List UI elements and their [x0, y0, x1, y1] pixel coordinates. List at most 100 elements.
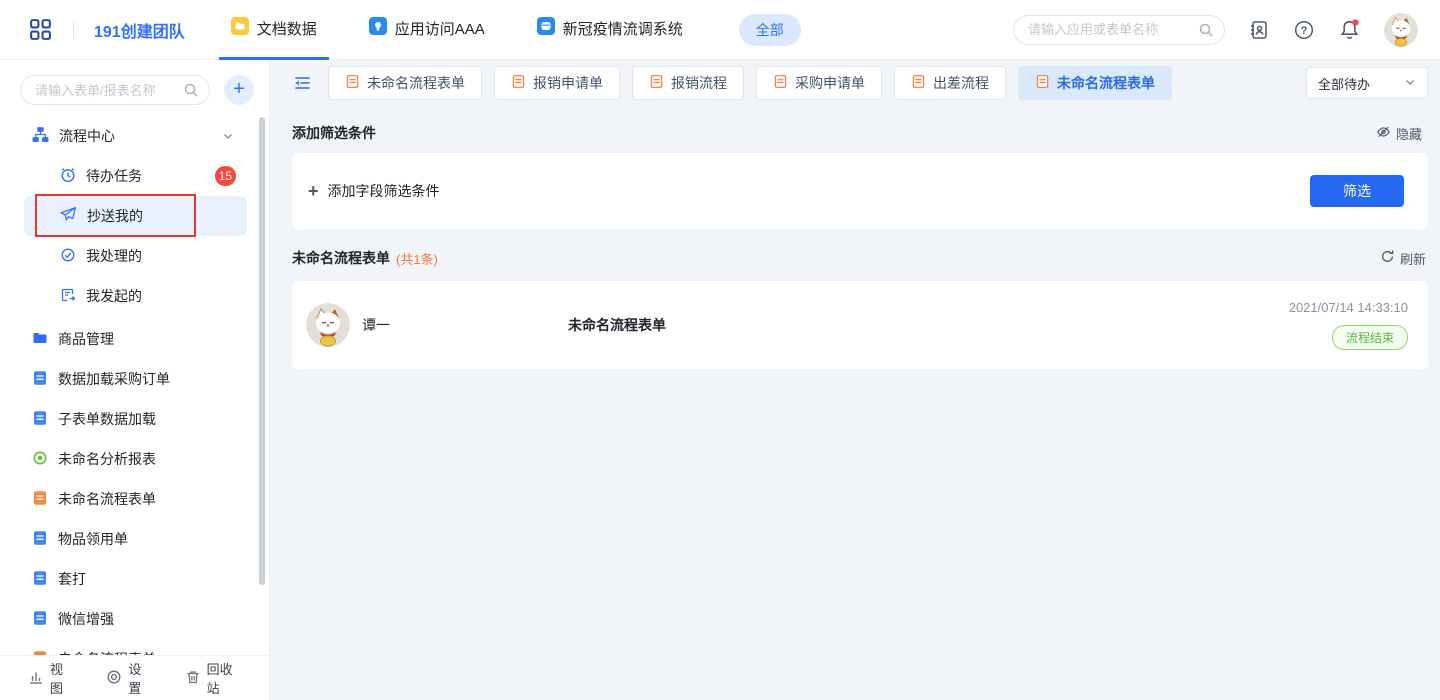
status-filter-dropdown[interactable]: 全部待办 — [1306, 67, 1428, 99]
form-tabs-row: 未命名流程表单 报销申请单 报销流程 采购申请单 — [292, 66, 1428, 100]
doc-send-icon — [60, 287, 76, 306]
footer-label: 设置 — [128, 659, 150, 697]
record-count: (共1条) — [396, 249, 438, 268]
sidebar-item-data-load-purchase-order[interactable]: 数据加载采购订单 — [24, 359, 247, 399]
doc-outline-orange-icon — [773, 74, 788, 92]
sidebar-item-started-by-me[interactable]: 我发起的 — [24, 276, 247, 316]
doc-outline-orange-icon — [345, 74, 360, 92]
main-content: 未命名流程表单 报销申请单 报销流程 采购申请单 — [270, 60, 1440, 700]
chevron-down-icon[interactable] — [222, 130, 234, 142]
record-form-title: 未命名流程表单 — [568, 315, 666, 335]
nav-tab-covid-system[interactable]: 新冠疫情流调系统 — [525, 0, 695, 60]
sidebar-item-subform-data-load[interactable]: 子表单数据加载 — [24, 399, 247, 439]
sidebar-item-wechat-enhance[interactable]: 微信增强 — [24, 599, 247, 639]
refresh-icon — [1380, 249, 1395, 267]
nav-tab-app-access[interactable]: 应用访问AAA — [357, 0, 497, 60]
sidebar-item-handled-by-me[interactable]: 我处理的 — [24, 236, 247, 276]
collapse-sidebar-icon[interactable] — [292, 73, 312, 93]
sidebar-item-print-template[interactable]: 套打 — [24, 559, 247, 599]
add-field-filter-button[interactable]: + 添加字段筛选条件 — [308, 181, 440, 202]
trash-icon — [185, 669, 201, 688]
filter-title: 添加筛选条件 — [292, 123, 376, 143]
status-filter-value: 全部待办 — [1318, 74, 1370, 93]
sidebar-item-goods-management[interactable]: 商品管理 — [24, 319, 247, 359]
contacts-icon[interactable] — [1248, 19, 1270, 41]
status-badge: 流程结束 — [1332, 325, 1408, 350]
sidebar-footer: 视图 设置 回收站 — [0, 655, 269, 700]
form-tab-5-active[interactable]: 未命名流程表单 — [1018, 66, 1172, 100]
sidebar-item-label: 待办任务 — [86, 166, 142, 186]
sidebar-item-process-center[interactable]: 流程中心 — [24, 116, 247, 156]
filter-button[interactable]: 筛选 — [1310, 175, 1404, 207]
nav-tab-label: 文档数据 — [257, 18, 317, 39]
user-avatar[interactable] — [1384, 13, 1418, 47]
global-search — [1013, 15, 1225, 45]
views-button[interactable]: 视图 — [28, 659, 72, 697]
sidebar-scrollbar[interactable] — [259, 117, 265, 585]
sidebar-item-label: 未命名流程表单 — [58, 489, 156, 509]
list-header: 未命名流程表单 (共1条) 刷新 — [292, 248, 1428, 268]
chevron-down-icon — [1404, 76, 1416, 91]
nav-tab-doc-data[interactable]: 文档数据 — [219, 0, 329, 60]
doc-outline-orange-icon — [511, 74, 526, 92]
sidebar-item-todo-tasks[interactable]: 待办任务 15 — [24, 156, 247, 196]
record-row[interactable]: 谭一 未命名流程表单 2021/07/14 14:33:10 流程结束 — [292, 281, 1428, 369]
record-meta: 2021/07/14 14:33:10 流程结束 — [1289, 300, 1408, 350]
paper-plane-icon — [60, 206, 77, 226]
sidebar-search-input[interactable] — [20, 75, 210, 105]
footer-label: 视图 — [50, 659, 72, 697]
report-green-icon — [32, 450, 48, 469]
refresh-button[interactable]: 刷新 — [1380, 249, 1426, 268]
folder-blue-icon — [32, 330, 48, 349]
clock-icon — [60, 167, 76, 186]
doc-outline-orange-icon — [649, 74, 664, 92]
form-tab-1[interactable]: 报销申请单 — [494, 66, 620, 100]
sidebar-item-label: 数据加载采购订单 — [58, 369, 170, 389]
sidebar-item-item-requisition[interactable]: 物品领用单 — [24, 519, 247, 559]
topbar-nav-tabs: 文档数据 应用访问AAA 新冠疫情流调系统 — [205, 0, 709, 60]
svg-text:?: ? — [1301, 25, 1308, 37]
folder-yellow-icon — [231, 17, 249, 39]
topbar-right: ? — [1013, 13, 1418, 47]
sidebar-item-label: 流程中心 — [59, 126, 115, 146]
sidebar-search — [20, 75, 210, 105]
sidebar-item-label: 商品管理 — [58, 329, 114, 349]
form-tab-0[interactable]: 未命名流程表单 — [328, 66, 482, 100]
sidebar-item-label: 未命名分析报表 — [58, 449, 156, 469]
form-tab-label: 出差流程 — [933, 73, 989, 93]
all-apps-button[interactable]: 全部 — [739, 14, 801, 46]
bar-chart-icon — [28, 669, 44, 688]
form-tab-3[interactable]: 采购申请单 — [756, 66, 882, 100]
form-tab-label: 报销流程 — [671, 73, 727, 93]
sidebar-item-unnamed-report[interactable]: 未命名分析报表 — [24, 439, 247, 479]
form-tab-4[interactable]: 出差流程 — [894, 66, 1006, 100]
form-tab-2[interactable]: 报销流程 — [632, 66, 744, 100]
form-tab-label: 报销申请单 — [533, 73, 603, 93]
refresh-label: 刷新 — [1400, 249, 1426, 268]
sidebar-item-unnamed-flow-form[interactable]: 未命名流程表单 — [24, 479, 247, 519]
workspace-name[interactable]: 191创建团队 — [94, 18, 185, 42]
notification-bell-icon[interactable] — [1338, 18, 1361, 41]
recycle-bin-button[interactable]: 回收站 — [185, 659, 241, 697]
search-icon[interactable] — [1198, 22, 1214, 43]
doc-orange-icon — [32, 490, 48, 509]
app-grid-icon[interactable] — [28, 17, 53, 42]
global-search-input[interactable] — [1013, 15, 1225, 45]
search-icon[interactable] — [183, 82, 199, 103]
todo-count-badge: 15 — [215, 166, 236, 186]
add-form-button[interactable]: + — [224, 75, 254, 105]
sidebar-item-clipped[interactable]: 未命名流程表单 — [24, 639, 247, 655]
app-bulb-icon — [369, 17, 387, 39]
sidebar-item-label: 我发起的 — [86, 286, 142, 306]
doc-blue-icon — [32, 410, 48, 429]
doc-outline-orange-icon — [911, 74, 926, 92]
settings-button[interactable]: 设置 — [106, 659, 150, 697]
sidebar-item-cc-to-me[interactable]: 抄送我的 — [24, 196, 247, 236]
hide-filters-button[interactable]: 隐藏 — [1376, 124, 1422, 143]
divider — [73, 21, 74, 39]
sidebar-item-label: 套打 — [58, 569, 86, 589]
topbar: 191创建团队 文档数据 应用访问AAA 新冠疫情流调系统 全部 — [0, 0, 1440, 60]
sidebar-item-label: 子表单数据加载 — [58, 409, 156, 429]
record-timestamp: 2021/07/14 14:33:10 — [1289, 300, 1408, 315]
help-icon[interactable]: ? — [1293, 19, 1315, 41]
